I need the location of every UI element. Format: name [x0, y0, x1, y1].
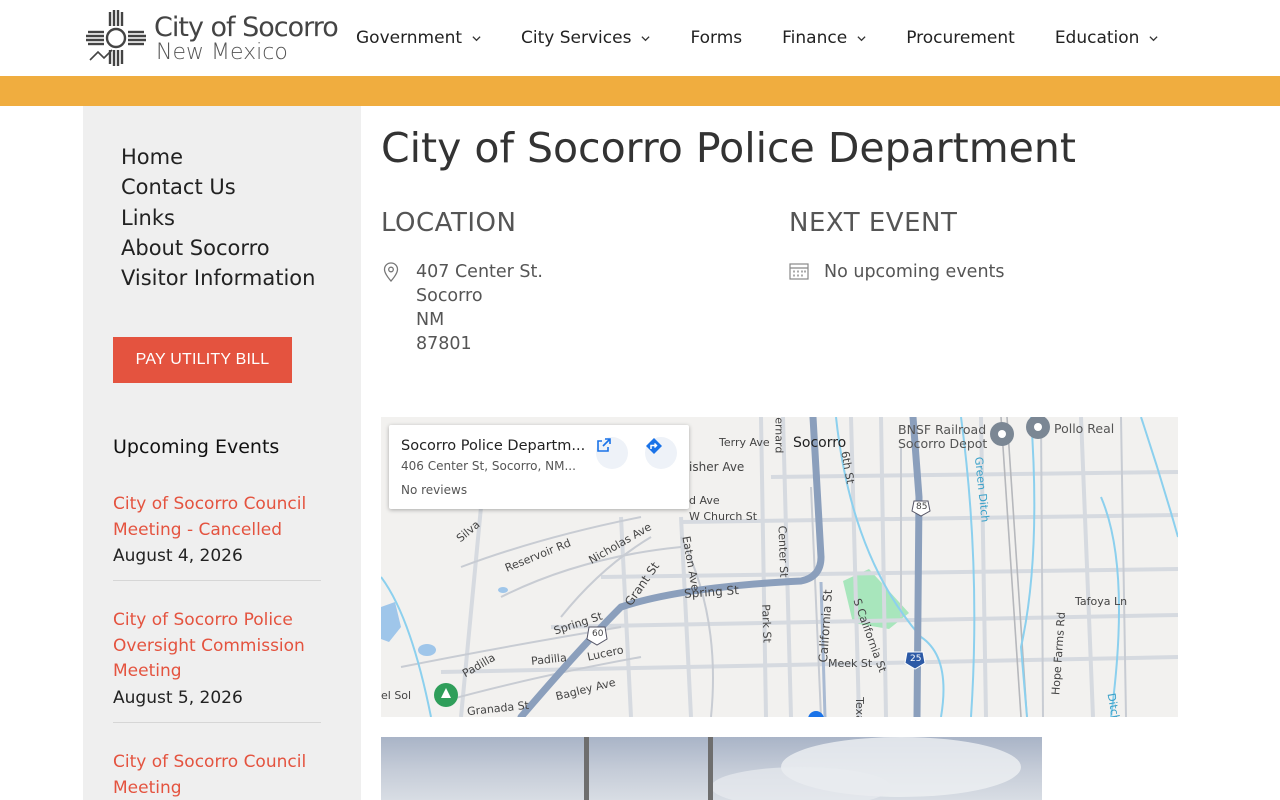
map-label-bnsf: BNSF Railroad [898, 422, 987, 437]
map-card-reviews[interactable]: No reviews [401, 483, 467, 497]
sidebar-item-home[interactable]: Home [121, 142, 315, 172]
nav-label: City Services [521, 28, 632, 48]
event-link[interactable]: City of Socorro Council Meeting - Cancel… [113, 492, 321, 543]
map-label-terry: Terry Ave [719, 436, 770, 449]
nav-forms[interactable]: Forms [690, 28, 742, 48]
event-date: August 5, 2026 [113, 687, 243, 708]
chevron-down-icon [1149, 35, 1159, 41]
sidebar-item-contact-us[interactable]: Contact Us [121, 172, 315, 202]
map-label-bernard: Bernard [772, 417, 786, 454]
location-map[interactable]: Socorro BNSF Railroad Socorro Depot Poll… [381, 417, 1178, 717]
event-link[interactable]: City of Socorro Council Meeting [113, 750, 321, 800]
event-divider [113, 580, 321, 581]
page-title: City of Socorro Police Department [381, 124, 1076, 172]
nav-government[interactable]: Government [356, 28, 481, 48]
map-label-socorro: Socorro [793, 435, 847, 451]
event-date: August 4, 2026 [113, 546, 243, 566]
address-street: 407 Center St. [416, 262, 543, 282]
route-60-label: 60 [592, 629, 604, 639]
nav-city-services[interactable]: City Services [521, 28, 651, 48]
sidebar-item-links[interactable]: Links [121, 203, 315, 233]
sidebar-item-about-socorro[interactable]: About Socorro [121, 233, 315, 263]
event-link[interactable]: City of Socorro Police Oversight Commiss… [113, 608, 321, 685]
map-label-texa: Texa [852, 697, 866, 717]
address-lines: 407 Center St. Socorro NM 87801 [416, 260, 543, 356]
map-place-card: Socorro Police Departm... 406 Center St,… [389, 425, 689, 509]
chevron-down-icon [641, 35, 651, 41]
site-logo[interactable]: City of Socorro New Mexico [84, 8, 339, 68]
location-heading: LOCATION [381, 208, 517, 238]
logo-title: City of Socorro [154, 12, 339, 43]
nav-education[interactable]: Education [1055, 28, 1159, 48]
next-event-text: No upcoming events [824, 262, 1005, 282]
chevron-down-icon [857, 35, 866, 41]
external-link-icon [597, 438, 611, 452]
map-label-el-sol: el Sol [381, 689, 412, 702]
map-label-tafoya: Tafoya Ln [1075, 595, 1128, 608]
sidebar-menu: Home Contact Us Links About Socorro Visi… [121, 142, 315, 293]
logo-subtitle: New Mexico [156, 40, 288, 65]
map-label-d-ave: d Ave [689, 494, 720, 507]
chevron-down-icon [472, 35, 481, 41]
main-nav: Government City Services Forms Finance P… [336, 0, 1178, 76]
nav-procurement[interactable]: Procurement [906, 28, 1015, 48]
map-label-meek: Meek St [828, 657, 873, 670]
map-label-center: Center St [775, 525, 791, 578]
directions-icon [646, 438, 662, 454]
calendar-icon [789, 263, 809, 280]
pay-utility-bill-button[interactable]: PAY UTILITY BILL [113, 337, 292, 383]
site-header: City of Socorro New Mexico Government Ci… [0, 0, 1280, 76]
event-divider [113, 721, 321, 723]
nav-label: Government [356, 28, 463, 48]
nav-label: Finance [782, 28, 848, 48]
nav-label: Education [1054, 28, 1140, 48]
map-label-fisher: isher Ave [689, 460, 745, 474]
nav-label: Procurement [906, 28, 1015, 48]
route-85-label: 85 [916, 502, 928, 512]
nav-label: Forms [690, 28, 743, 48]
event-item: City of Socorro Council Meeting [113, 750, 321, 800]
map-card-address: 406 Center St, Socorro, NM... [401, 459, 576, 473]
open-in-maps-button[interactable] [596, 437, 628, 469]
map-label-pollo-real: Pollo Real [1054, 421, 1115, 436]
map-label-church: W Church St [689, 510, 758, 523]
event-item: City of Socorro Police Oversight Commiss… [113, 608, 321, 723]
address-zip: 87801 [416, 334, 472, 354]
event-item: City of Socorro Council Meeting - Cancel… [113, 492, 321, 581]
sidebar-item-visitor-information[interactable]: Visitor Information [121, 263, 315, 293]
directions-button[interactable] [645, 437, 677, 469]
map-label-depot: Socorro Depot [898, 436, 988, 451]
department-photo [381, 737, 1042, 800]
next-event-heading: NEXT EVENT [789, 208, 958, 238]
accent-band [0, 76, 1280, 106]
address-state: NM [416, 310, 445, 330]
upcoming-events-heading: Upcoming Events [113, 436, 280, 458]
photo-image [584, 737, 1021, 800]
route-25-label: 25 [910, 654, 922, 664]
map-label-park: Park St [759, 603, 774, 644]
sidebar: Home Contact Us Links About Socorro Visi… [83, 106, 361, 800]
map-pin-icon [383, 262, 399, 282]
nav-finance[interactable]: Finance [782, 28, 866, 48]
zia-sun-icon [86, 10, 146, 66]
address-city: Socorro [416, 286, 483, 306]
map-card-title[interactable]: Socorro Police Departm... [401, 438, 586, 454]
